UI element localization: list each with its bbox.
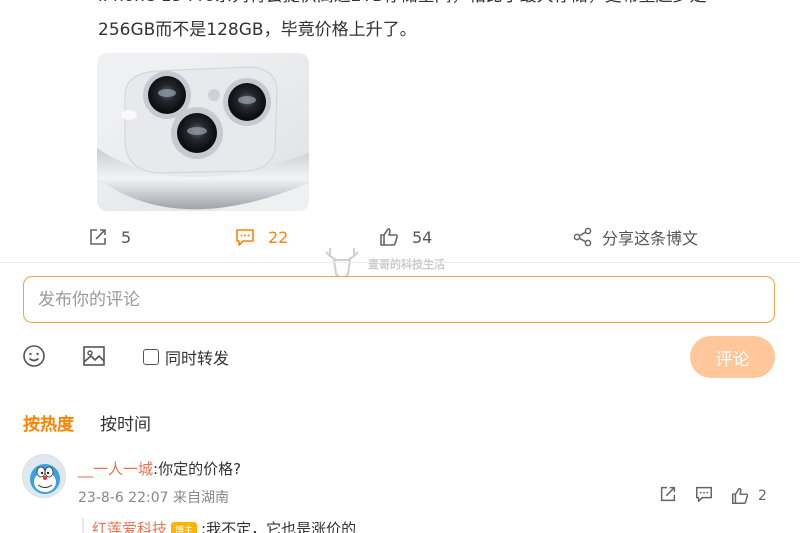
post-image[interactable]	[97, 53, 309, 211]
image-icon	[83, 346, 105, 366]
comment-reply-button[interactable]	[694, 484, 714, 508]
thumbs-up-icon	[732, 488, 749, 504]
comment-icon	[696, 486, 712, 502]
camera-photo	[97, 53, 309, 211]
comment-text: :你定的价格?	[153, 460, 242, 478]
watermark-text: 壹哥的科技生活	[368, 258, 445, 271]
image-button[interactable]	[82, 344, 106, 372]
sort-tabs: 按热度 按时间	[23, 410, 151, 435]
comment-actions: 2	[658, 484, 767, 508]
post-text-line-2: 256GB而不是128GB，毕竟价格上升了。	[98, 20, 417, 40]
comment-count: 22	[268, 227, 289, 247]
share-button[interactable]: 分享这条博文	[572, 222, 698, 252]
repost-icon	[660, 486, 676, 502]
comment-like-button[interactable]: 2	[730, 486, 767, 506]
avatar[interactable]	[22, 454, 66, 498]
emoji-icon	[23, 345, 45, 367]
reply-text: :我不定，它也是涨价的	[201, 520, 357, 533]
comment-meta: 23-8-6 22:07 来自湖南	[78, 490, 229, 506]
comment-input[interactable]	[23, 276, 775, 323]
comment-content: __一人一城:你定的价格?	[78, 458, 241, 479]
emoji-button[interactable]	[22, 344, 46, 372]
comment-icon	[236, 229, 254, 246]
reply-username[interactable]: 红莲爱科技	[92, 520, 167, 533]
reply-item: 红莲爱科技 博主:我不定，它也是涨价的	[82, 518, 782, 533]
repost-icon	[90, 229, 106, 245]
share-icon	[573, 227, 592, 247]
post-text-line-1: iPhone 15 Pro系列将会提供高达2TB存储空间，相比于最大存储，更希望…	[98, 0, 798, 8]
share-label: 分享这条博文	[602, 229, 699, 248]
repost-count: 5	[121, 227, 132, 247]
tab-hot[interactable]: 按热度	[23, 410, 74, 435]
repost-label: 同时转发	[165, 349, 230, 368]
doraemon-avatar-icon	[23, 455, 65, 497]
repost-button[interactable]: 5	[87, 222, 131, 252]
comment-like-count: 2	[758, 488, 767, 504]
author-badge: 博主	[171, 522, 198, 533]
repost-checkbox[interactable]	[143, 349, 159, 365]
repost-checkbox-label[interactable]: 同时转发	[143, 345, 229, 369]
comment-repost-button[interactable]	[658, 484, 678, 508]
tab-time[interactable]: 按时间	[100, 410, 151, 435]
comment-button[interactable]: 22	[234, 222, 288, 252]
comment-username[interactable]: __一人一城	[78, 460, 153, 478]
composer-toolbar: 同时转发 评论	[0, 336, 800, 378]
submit-comment-button[interactable]: 评论	[690, 336, 775, 378]
divider	[0, 262, 800, 263]
post-text: iPhone 15 Pro系列将会提供高达2TB存储空间，相比于最大存储，更希望…	[98, 0, 798, 47]
